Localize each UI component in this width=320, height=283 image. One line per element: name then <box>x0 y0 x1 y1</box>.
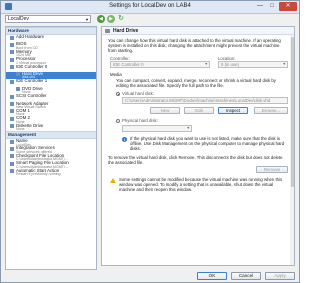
refresh-button[interactable]: ↻ <box>117 15 125 23</box>
auto-start-icon <box>10 169 14 174</box>
chevron-down-icon: ▼ <box>85 17 89 22</box>
chevron-down-icon: ▼ <box>186 126 190 130</box>
info-icon: i <box>122 137 127 142</box>
com-port-icon <box>10 116 14 121</box>
name-icon <box>10 139 14 144</box>
processor-icon <box>10 57 14 62</box>
new-button[interactable]: New <box>150 107 180 114</box>
smart-paging-icon <box>10 161 14 166</box>
management-list: Name LocalDev Integration Services Some ser… <box>6 138 96 177</box>
vhd-path-field[interactable]: C:\Users\Administrator.MGMT\Docker\machi… <box>122 97 288 104</box>
vhd-radio-label: Virtual hard disk: <box>122 91 154 96</box>
vm-select[interactable]: LocalDev ▼ <box>5 15 91 23</box>
media-label: Media <box>110 72 122 77</box>
maximize-button[interactable]: □ <box>267 2 277 11</box>
tree-item[interactable]: IDE Controller 1 <box>6 79 96 86</box>
browse-button[interactable]: Browse... <box>254 107 288 114</box>
dialog-buttons: OK Cancel Apply <box>1 269 299 282</box>
controller-value: IDE Controller 0 <box>113 62 144 67</box>
dvd-drive-icon <box>16 87 20 92</box>
settings-window: Settings for LocalDev on LAB4 — □ ✕ Loca… <box>0 0 300 283</box>
tree-item-label: IDE Controller 1 <box>16 78 48 84</box>
media-text: You can compact, convert, expand, merge,… <box>116 78 276 89</box>
cancel-button[interactable]: Cancel <box>231 272 261 280</box>
location-value: 0 (in use) <box>221 62 239 67</box>
ide-controller-icon <box>10 79 14 84</box>
tree-item[interactable]: Diskette Drive None <box>6 123 96 132</box>
bios-icon <box>10 42 14 47</box>
back-button[interactable]: ◀ <box>97 15 105 23</box>
physical-disk-radio[interactable] <box>116 119 120 123</box>
ide-controller-icon <box>10 65 14 70</box>
remove-button[interactable]: Remove <box>256 166 288 173</box>
tree-item-detail: Restart if previously running <box>16 172 61 177</box>
ok-button[interactable]: OK <box>197 272 227 280</box>
warning-icon <box>110 178 116 183</box>
hard-drive-icon <box>16 72 20 77</box>
tree-item[interactable]: Automatic Start Action Restart if previou… <box>6 168 96 177</box>
title-bar[interactable]: Settings for LocalDev on LAB4 — □ ✕ <box>1 1 299 14</box>
chevron-down-icon: ▼ <box>282 62 286 66</box>
panel-header: Hard Drive <box>102 27 294 35</box>
edit-button[interactable]: Edit <box>184 107 214 114</box>
toolbar: LocalDev ▼ ◀ ▶ ↻ <box>1 14 299 25</box>
panel-title: Hard Drive <box>113 28 139 34</box>
scrollbar-thumb[interactable] <box>290 37 294 187</box>
tree-item[interactable]: IDE Controller 0 <box>6 63 96 72</box>
network-adapter-icon <box>10 102 14 107</box>
apply-button[interactable]: Apply <box>265 272 295 280</box>
vhd-radio[interactable] <box>116 92 120 96</box>
hard-drive-icon <box>105 29 110 33</box>
panel-scrollbar[interactable] <box>290 35 294 265</box>
chevron-down-icon: ▼ <box>204 62 208 66</box>
com-port-icon <box>10 109 14 114</box>
vm-select-value: LocalDev <box>8 16 29 22</box>
intro-text: You can change how this virtual hard dis… <box>108 38 281 54</box>
tree-item-detail: None <box>16 127 25 132</box>
tree-item-label: Add Hardware <box>16 34 45 39</box>
remove-text: To remove the virtual hard disk, click R… <box>108 155 283 166</box>
running-warning: Some settings cannot be modified because… <box>119 177 283 193</box>
settings-tree: Hardware Add Hardware BIOS Boot from CD Mem… <box>5 26 97 270</box>
tree-item-label: IDE Controller 0 <box>16 63 48 69</box>
hard-drive-panel: Hard Drive You can change how this virtu… <box>101 26 295 266</box>
add-hardware-icon <box>10 35 14 40</box>
memory-icon <box>10 50 14 55</box>
physical-disk-select[interactable]: ▼ <box>122 125 192 132</box>
diskette-icon <box>10 124 14 129</box>
physical-disk-radio-label: Physical hard disk: <box>122 118 158 123</box>
close-button[interactable]: ✕ <box>279 2 297 11</box>
minimize-button[interactable]: — <box>255 2 265 11</box>
integration-services-icon <box>10 146 14 151</box>
location-select[interactable]: 0 (in use) ▼ <box>218 61 288 68</box>
inspect-button[interactable]: Inspect <box>218 107 248 114</box>
physical-disk-info: If the physical hard disk you want to us… <box>130 136 285 152</box>
forward-button[interactable]: ▶ <box>107 15 115 23</box>
tree-item-label: SCSI Controller <box>16 93 47 99</box>
controller-select[interactable]: IDE Controller 0 ▼ <box>110 61 210 68</box>
scsi-controller-icon <box>10 94 14 99</box>
hardware-list: Add Hardware BIOS Boot from CD Memory 1024 M… <box>6 34 96 132</box>
checkpoint-icon <box>10 154 14 159</box>
